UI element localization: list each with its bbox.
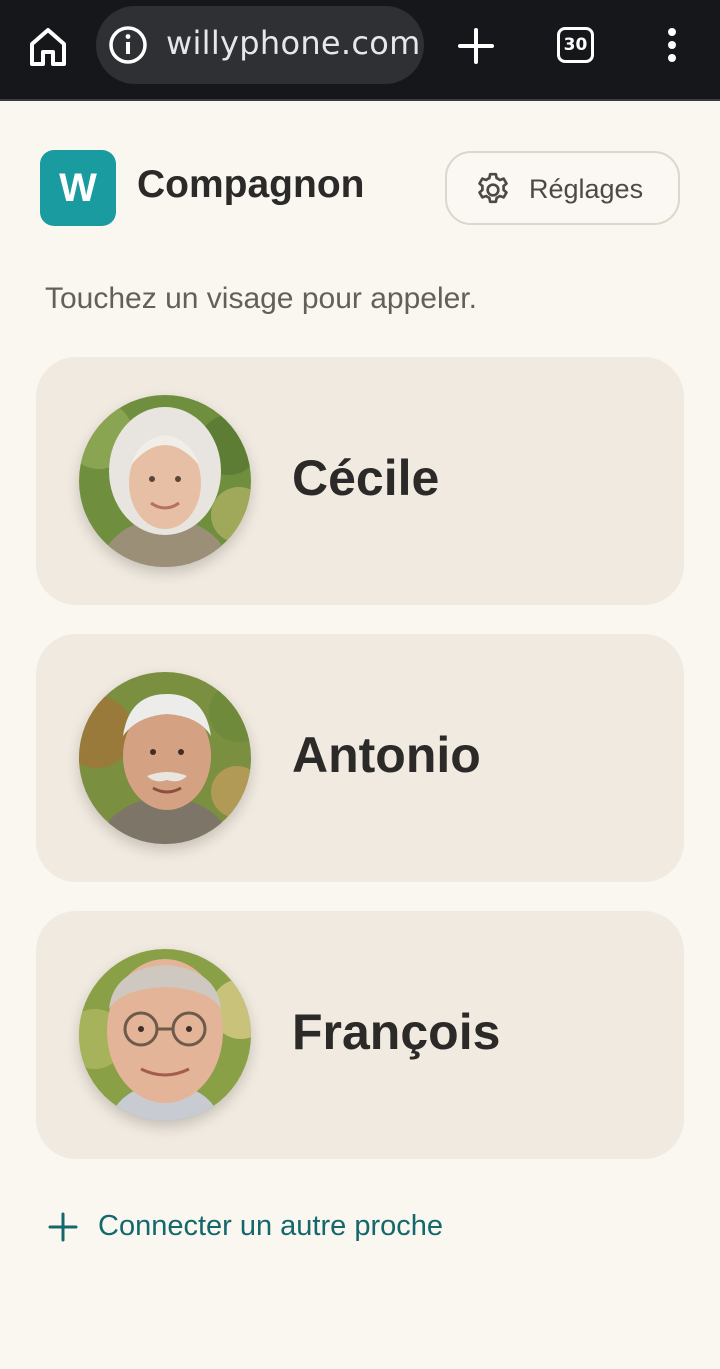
contact-name: Antonio <box>292 727 481 783</box>
avatar <box>79 395 251 567</box>
more-menu-icon[interactable] <box>662 26 682 66</box>
new-tab-icon[interactable] <box>456 26 496 66</box>
avatar <box>79 672 251 844</box>
app-logo: W <box>40 150 116 226</box>
app-title: Compagnon <box>137 163 365 206</box>
gear-icon <box>473 170 513 210</box>
settings-label: Réglages <box>529 174 644 204</box>
contact-card-francois[interactable]: François <box>36 911 684 1159</box>
home-icon[interactable] <box>28 24 68 68</box>
instruction-text: Touchez un visage pour appeler. <box>45 282 477 315</box>
contact-name: François <box>292 1004 501 1060</box>
avatar <box>79 949 251 1121</box>
url-text[interactable]: willyphone.com <box>166 24 421 62</box>
contact-name: Cécile <box>292 450 440 506</box>
connect-contact-label: Connecter un autre proche <box>98 1210 443 1242</box>
browser-toolbar: willyphone.com 30 <box>0 0 720 101</box>
address-bar[interactable]: willyphone.com <box>96 6 424 84</box>
connect-contact-link[interactable]: Connecter un autre proche <box>44 1206 504 1250</box>
plus-icon <box>48 1212 78 1242</box>
info-icon[interactable] <box>108 25 148 65</box>
contact-card-cecile[interactable]: Cécile <box>36 357 684 605</box>
contact-card-antonio[interactable]: Antonio <box>36 634 684 882</box>
tab-switcher-button[interactable]: 30 <box>557 27 594 63</box>
settings-button[interactable]: Réglages <box>445 151 680 225</box>
